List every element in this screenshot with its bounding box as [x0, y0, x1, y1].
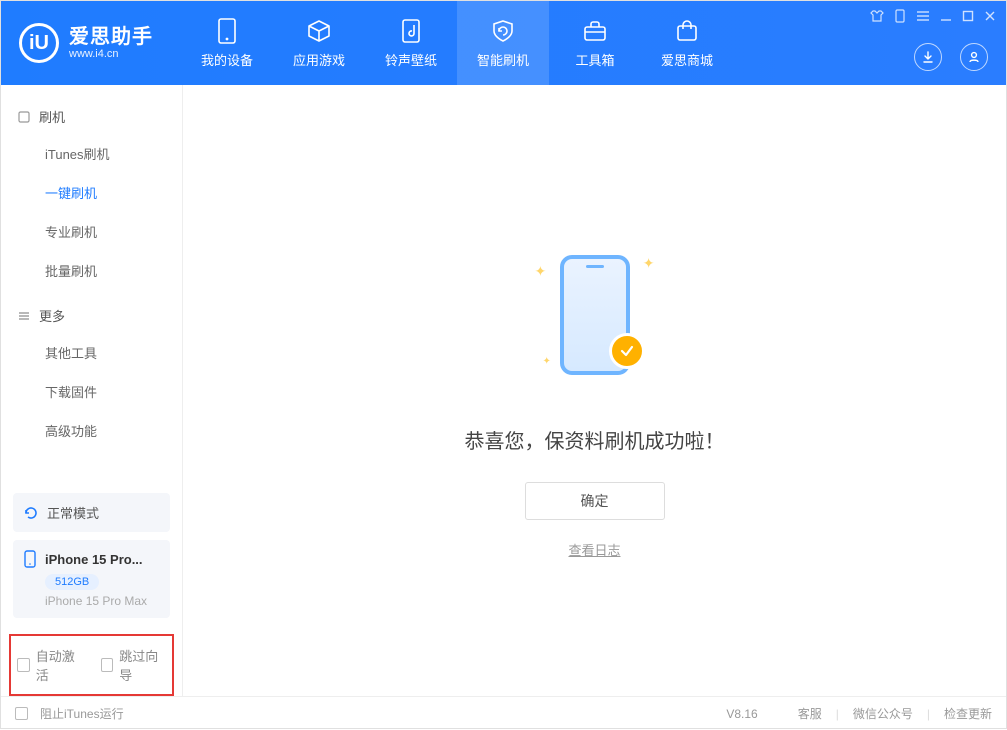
sidebar-item-itunes-flash[interactable]: iTunes刷机: [1, 134, 182, 173]
nav-tab-toolbox[interactable]: 工具箱: [549, 1, 641, 85]
device-icon: [214, 18, 240, 44]
shop-icon: [674, 18, 700, 44]
sidebar-group-flash: 刷机: [1, 99, 182, 134]
toolbox-icon: [582, 18, 608, 44]
minimize-icon[interactable]: [940, 10, 952, 22]
status-bar: 阻止iTunes运行 V8.16 客服 | 微信公众号 | 检查更新: [1, 696, 1006, 730]
nav-tab-label: 工具箱: [575, 50, 614, 69]
device-model: iPhone 15 Pro Max: [45, 594, 160, 608]
footer-link-update[interactable]: 检查更新: [944, 705, 992, 722]
nav-tab-ringtone[interactable]: 铃声壁纸: [365, 1, 457, 85]
nav-tab-label: 铃声壁纸: [385, 50, 437, 69]
checkbox-label: 阻止iTunes运行: [40, 705, 124, 722]
maximize-icon[interactable]: [962, 10, 974, 22]
sidebar-group-title: 更多: [39, 306, 65, 325]
checkbox-label: 跳过向导: [119, 646, 166, 684]
nav-tab-label: 智能刷机: [477, 50, 529, 69]
sparkle-icon: ✦: [543, 356, 551, 367]
app-header: iU 爱思助手 www.i4.cn 我的设备 应用游戏 铃声壁纸: [1, 1, 1006, 85]
sidebar-group-more: 更多: [1, 298, 182, 333]
download-icon[interactable]: [914, 43, 942, 71]
device-storage-badge: 512GB: [45, 574, 99, 590]
phone-small-icon[interactable]: [894, 9, 906, 23]
ok-button[interactable]: 确定: [525, 482, 665, 520]
menu-icon[interactable]: [916, 10, 930, 22]
refresh-icon: [23, 505, 39, 521]
success-message: 恭喜您，保资料刷机成功啦！: [465, 425, 725, 454]
nav-tab-device[interactable]: 我的设备: [181, 1, 273, 85]
nav-tab-flash[interactable]: 智能刷机: [457, 1, 549, 85]
nav-tab-label: 爱思商城: [661, 50, 713, 69]
view-log-link[interactable]: 查看日志: [568, 540, 620, 559]
sparkle-icon: ✦: [535, 263, 547, 280]
nav-tab-apps[interactable]: 应用游戏: [273, 1, 365, 85]
sidebar-item-oneclick-flash[interactable]: 一键刷机: [1, 173, 182, 212]
cube-icon: [306, 18, 332, 44]
version-label: V8.16: [726, 707, 757, 721]
device-card[interactable]: iPhone 15 Pro... 512GB iPhone 15 Pro Max: [13, 540, 170, 618]
main-content: ✦ ✦ ✦ 恭喜您，保资料刷机成功啦！ 确定 查看日志: [183, 85, 1006, 696]
sidebar-item-download-firmware[interactable]: 下载固件: [1, 372, 182, 411]
checkbox-block-itunes[interactable]: 阻止iTunes运行: [15, 705, 124, 722]
window-controls: [870, 9, 996, 23]
refresh-shield-icon: [490, 18, 516, 44]
success-illustration: ✦ ✦ ✦: [515, 235, 675, 395]
close-icon[interactable]: [984, 10, 996, 22]
nav-tab-label: 应用游戏: [293, 50, 345, 69]
checkbox-label: 自动激活: [36, 646, 83, 684]
sidebar-item-advanced[interactable]: 高级功能: [1, 411, 182, 450]
user-icon[interactable]: [960, 43, 988, 71]
device-name: iPhone 15 Pro...: [45, 552, 143, 567]
skin-icon[interactable]: [870, 9, 884, 23]
footer-link-support[interactable]: 客服: [798, 705, 822, 722]
top-nav: 我的设备 应用游戏 铃声壁纸 智能刷机 工具箱: [181, 1, 733, 85]
check-badge-icon: [609, 333, 645, 369]
square-icon: [17, 110, 31, 124]
sparkle-icon: ✦: [643, 255, 655, 272]
phone-icon: [23, 550, 37, 568]
header-action-icons: [914, 43, 988, 71]
sidebar-item-other-tools[interactable]: 其他工具: [1, 333, 182, 372]
music-icon: [398, 18, 424, 44]
sidebar-group-title: 刷机: [39, 107, 65, 126]
sidebar: 刷机 iTunes刷机 一键刷机 专业刷机 批量刷机 更多 其他工具 下载固件 …: [1, 85, 183, 696]
device-mode-label: 正常模式: [47, 503, 99, 522]
nav-tab-label: 我的设备: [201, 50, 253, 69]
checkbox-auto-activate[interactable]: 自动激活: [17, 646, 83, 684]
list-icon: [17, 309, 31, 323]
device-mode-row[interactable]: 正常模式: [13, 493, 170, 532]
app-logo-block: iU 爱思助手 www.i4.cn: [1, 1, 171, 85]
highlighted-options: 自动激活 跳过向导: [9, 634, 174, 696]
sidebar-item-pro-flash[interactable]: 专业刷机: [1, 212, 182, 251]
checkbox-skip-guide[interactable]: 跳过向导: [101, 646, 167, 684]
sidebar-item-batch-flash[interactable]: 批量刷机: [1, 251, 182, 290]
app-subtitle: www.i4.cn: [69, 48, 153, 60]
app-title: 爱思助手: [69, 26, 153, 48]
app-logo-icon: iU: [19, 23, 59, 63]
success-panel: ✦ ✦ ✦ 恭喜您，保资料刷机成功啦！ 确定 查看日志: [465, 235, 725, 559]
nav-tab-shop[interactable]: 爱思商城: [641, 1, 733, 85]
footer-link-wechat[interactable]: 微信公众号: [853, 705, 913, 722]
